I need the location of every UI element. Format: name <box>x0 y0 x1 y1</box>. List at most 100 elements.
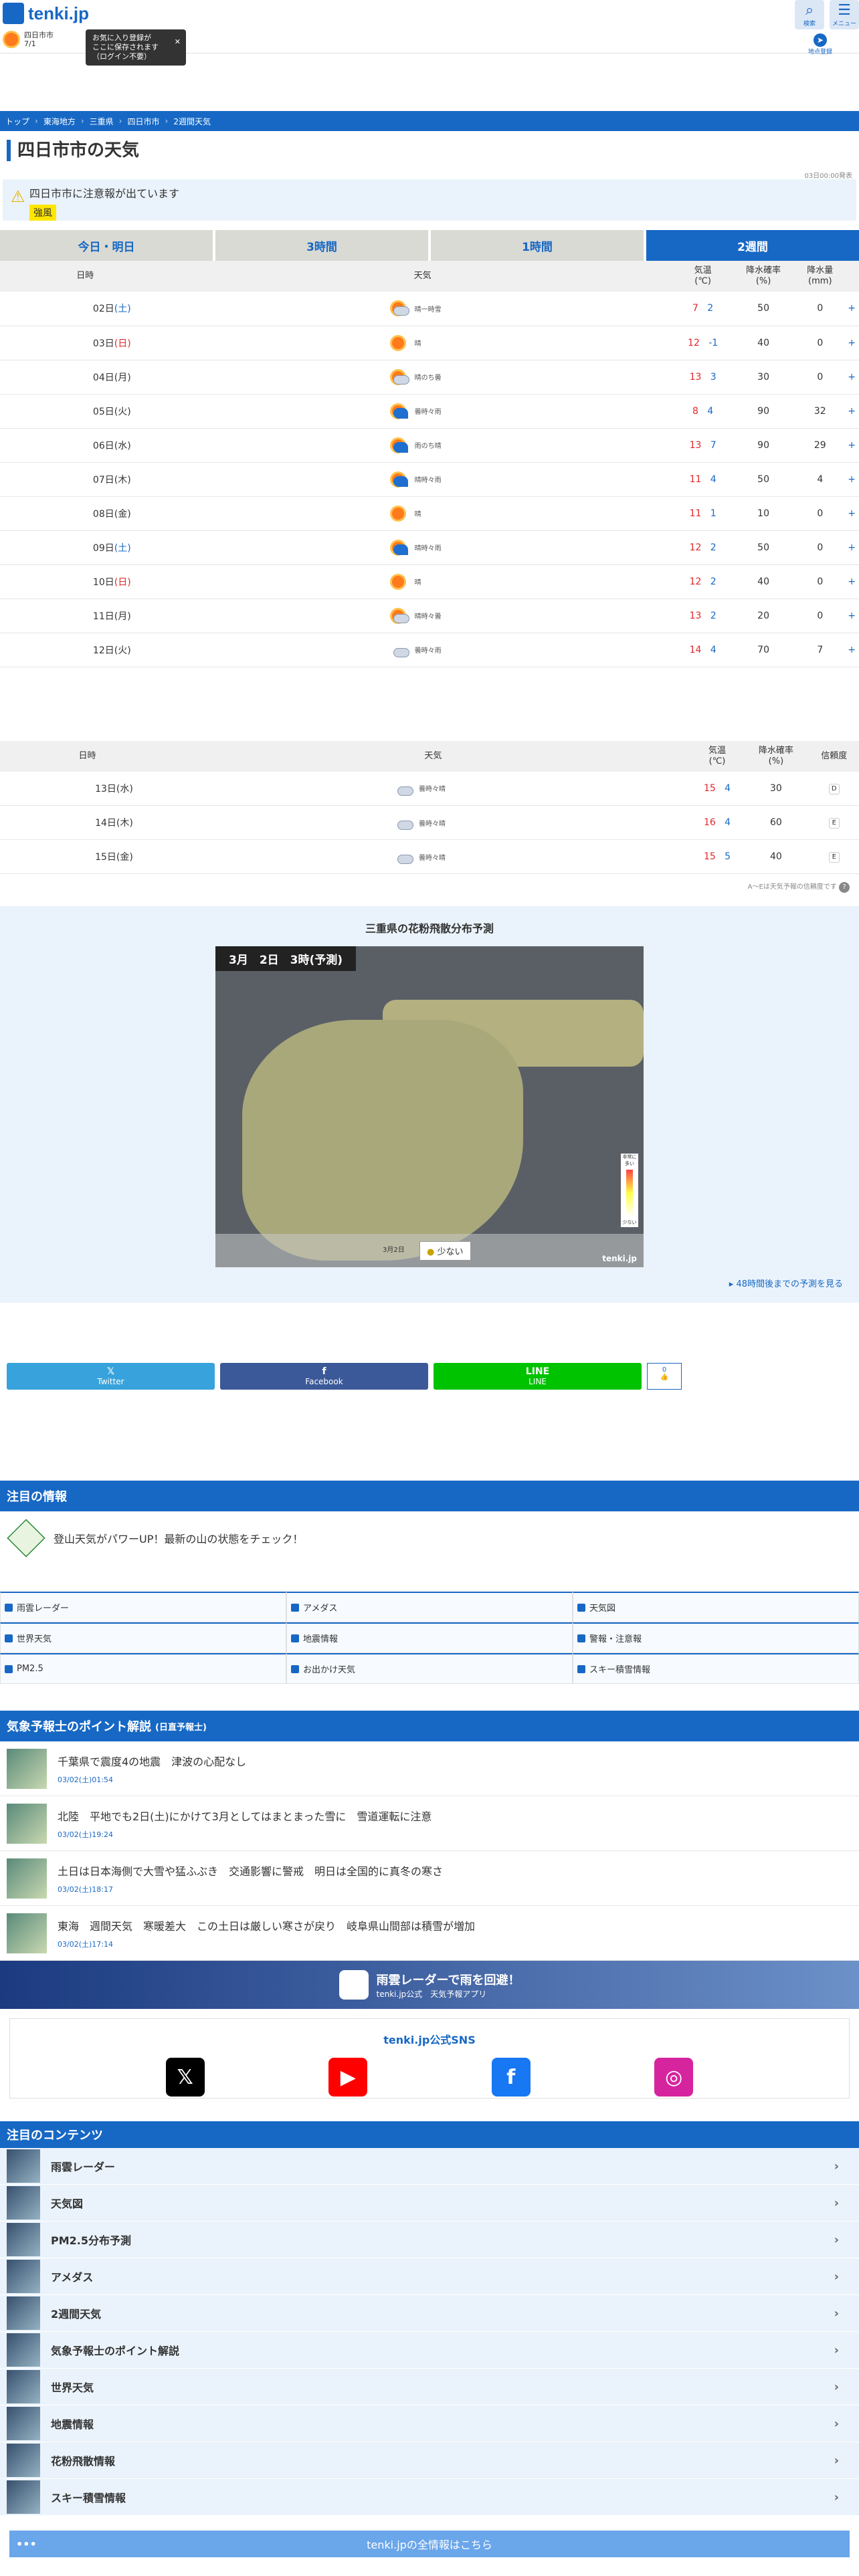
favorite-location[interactable]: 四日市市 7/1 <box>3 31 54 48</box>
article-item[interactable]: 東海 週間天気 寒暖差大 この土日は厳しい寒さが戻り 岐阜県山間部は積雪が増加 0… <box>0 1906 859 1961</box>
day-of-week: (土) <box>114 542 131 554</box>
quick-link[interactable]: アメダス <box>286 1592 573 1622</box>
share-button-line[interactable]: LINE LINE <box>434 1363 642 1390</box>
sun-icon <box>388 574 411 589</box>
expand-plus-icon[interactable]: + <box>844 326 859 360</box>
instagram-icon[interactable]: ◎ <box>654 2058 694 2097</box>
x-icon[interactable]: 𝕏 <box>165 2058 205 2097</box>
expand-plus-icon[interactable]: + <box>844 428 859 463</box>
quick-link[interactable]: スキー積雪情報 <box>573 1653 859 1684</box>
temp-low: 4 <box>725 782 731 794</box>
share-button-twitter[interactable]: 𝕏 Twitter <box>7 1363 215 1390</box>
content-item[interactable]: 地震情報 › <box>0 2405 859 2442</box>
content-item[interactable]: 気象予報士のポイント解説 › <box>0 2332 859 2369</box>
pollen-map[interactable]: 3月 2日 3時(予測) 非常に多い 少ない 3月2日 ● 少ない tenki.… <box>215 946 644 1267</box>
pop-cell: 40 <box>731 326 796 360</box>
breadcrumb-separator-icon: › <box>80 116 84 126</box>
all-info-button[interactable]: ••• tenki.jpの全情報はこちら <box>9 2531 850 2557</box>
date-cell: 05日(火) <box>0 394 171 429</box>
content-item[interactable]: 雨雲レーダー › <box>0 2148 859 2185</box>
weather-cell: 晴時々曇 <box>170 599 675 633</box>
content-item[interactable]: PM2.5分布予測 › <box>0 2222 859 2258</box>
site-logo[interactable]: tenki.jp <box>3 3 89 24</box>
temp-high: 14 <box>689 644 702 655</box>
content-item[interactable]: スキー積雪情報 › <box>0 2479 859 2516</box>
article-date: 03/02(土)01:54 <box>58 1775 113 1784</box>
location-temp: 7/1 <box>24 39 36 48</box>
rain-icon <box>388 472 411 487</box>
content-item[interactable]: 2週間天気 › <box>0 2295 859 2332</box>
share-button-facebook[interactable]: f Facebook <box>220 1363 428 1390</box>
pop-cell: 40 <box>731 564 796 599</box>
menu-button[interactable]: ☰ メニュー <box>830 0 859 29</box>
expand-plus-icon[interactable]: + <box>844 292 859 326</box>
cloud-icon <box>392 781 415 796</box>
date-cell: 11日(月) <box>0 599 171 633</box>
search-button[interactable]: ⌕ 検索 <box>795 0 824 29</box>
tab-3[interactable]: 2週間 <box>646 230 859 261</box>
weather-text: 晴のち曇 <box>414 374 442 382</box>
twitter-icon: 𝕏 <box>106 1366 115 1377</box>
content-item[interactable]: 天気図 › <box>0 2185 859 2222</box>
expand-plus-icon[interactable]: + <box>844 360 859 395</box>
attention-item[interactable]: 登山天気がパワーUP！最新の山の状態をチェック！ <box>0 1511 859 1565</box>
close-icon[interactable]: ✕ <box>175 37 181 47</box>
temp-cell: 16 4 <box>691 805 743 840</box>
app-banner[interactable]: 雨雲レーダーで雨を回避！ tenki.jp公式 天気予報アプリ <box>0 1961 859 2009</box>
expand-plus-icon[interactable]: + <box>844 530 859 565</box>
chevron-right-icon: › <box>834 2490 839 2504</box>
cloud-part <box>397 821 413 830</box>
content-label: PM2.5分布予測 <box>51 2234 131 2247</box>
map-watermark: tenki.jp <box>602 1254 637 1263</box>
breadcrumb-item[interactable]: トップ <box>5 116 29 127</box>
article-body: 東海 週間天気 寒暖差大 この土日は厳しい寒さが戻り 岐阜県山間部は積雪が増加 0… <box>58 1917 475 1949</box>
weather-text: 晴 <box>414 340 421 348</box>
article-date: 03/02(土)19:24 <box>58 1830 113 1839</box>
tab-2[interactable]: 1時間 <box>431 230 644 261</box>
tab-1[interactable]: 3時間 <box>215 230 428 261</box>
register-location-button[interactable]: ➤ 地点登録 <box>808 33 832 56</box>
rain-cell: 4 <box>795 462 845 497</box>
quick-link[interactable]: PM2.5 <box>0 1653 286 1684</box>
expand-plus-icon[interactable]: + <box>844 564 859 599</box>
quick-link[interactable]: 世界天気 <box>0 1622 286 1653</box>
quick-link-label: 雨雲レーダー <box>17 1604 70 1614</box>
article-item[interactable]: 土日は日本海側で大雪や猛ふぶき 交通影響に警戒 明日は全国的に真冬の寒さ 03/0… <box>0 1851 859 1906</box>
warning-banner[interactable]: ⚠ 四日市市に注意報が出ています 強風 <box>3 179 856 221</box>
youtube-icon[interactable]: ▶ <box>328 2058 368 2097</box>
pollen-more-link[interactable]: ▸ 48時間後までの予測を見る <box>0 1267 859 1289</box>
quick-link[interactable]: お出かけ天気 <box>286 1653 573 1684</box>
breadcrumb-item[interactable]: 四日市市 <box>127 116 159 127</box>
weather: 曇時々晴 <box>175 781 692 796</box>
temp-low: 2 <box>710 576 717 587</box>
expand-plus-icon[interactable]: + <box>844 496 859 531</box>
expand-plus-icon[interactable]: + <box>844 633 859 667</box>
facebook-icon[interactable]: f <box>491 2058 531 2097</box>
quick-link[interactable]: 警報・注意報 <box>573 1622 859 1653</box>
date-cell: 07日(木) <box>0 462 171 497</box>
article-item[interactable]: 千葉県で震度4の地震 津波の心配なし 03/02(土)01:54 <box>0 1741 859 1796</box>
pollen-level: ● 少ない <box>419 1241 471 1261</box>
quick-link[interactable]: 天気図 <box>573 1592 859 1622</box>
content-item[interactable]: アメダス › <box>0 2258 859 2295</box>
expand-plus-icon[interactable]: + <box>844 394 859 429</box>
article-item[interactable]: 北陸 平地でも2日(土)にかけて3月としてはまとまった雪に 雪道運転に注意 03/… <box>0 1796 859 1851</box>
rain-cell: 0 <box>795 530 845 565</box>
date-cell: 13日(水) <box>0 771 175 806</box>
breadcrumb-item[interactable]: 三重県 <box>90 116 114 127</box>
content-item[interactable]: 花粉飛散情報 › <box>0 2442 859 2479</box>
breadcrumb-item[interactable]: 東海地方 <box>43 116 76 127</box>
temp-cell: 15 5 <box>691 839 743 874</box>
quick-link[interactable]: 地震情報 <box>286 1622 573 1653</box>
reliability-note[interactable]: A〜Eは天気予報の信頼度です ? <box>0 874 859 906</box>
tab-0[interactable]: 今日・明日 <box>0 230 213 261</box>
content-item[interactable]: 世界天気 › <box>0 2369 859 2405</box>
expand-plus-icon[interactable]: + <box>844 599 859 633</box>
weather-cell: 晴 <box>170 564 675 599</box>
rain-cell: 0 <box>795 326 845 360</box>
like-button[interactable]: 0 👍 <box>647 1363 682 1390</box>
quick-link[interactable]: 雨雲レーダー <box>0 1592 286 1622</box>
weather-text: 雨のち晴 <box>414 443 442 450</box>
expand-plus-icon[interactable]: + <box>844 462 859 497</box>
umbrella-part <box>393 544 408 555</box>
